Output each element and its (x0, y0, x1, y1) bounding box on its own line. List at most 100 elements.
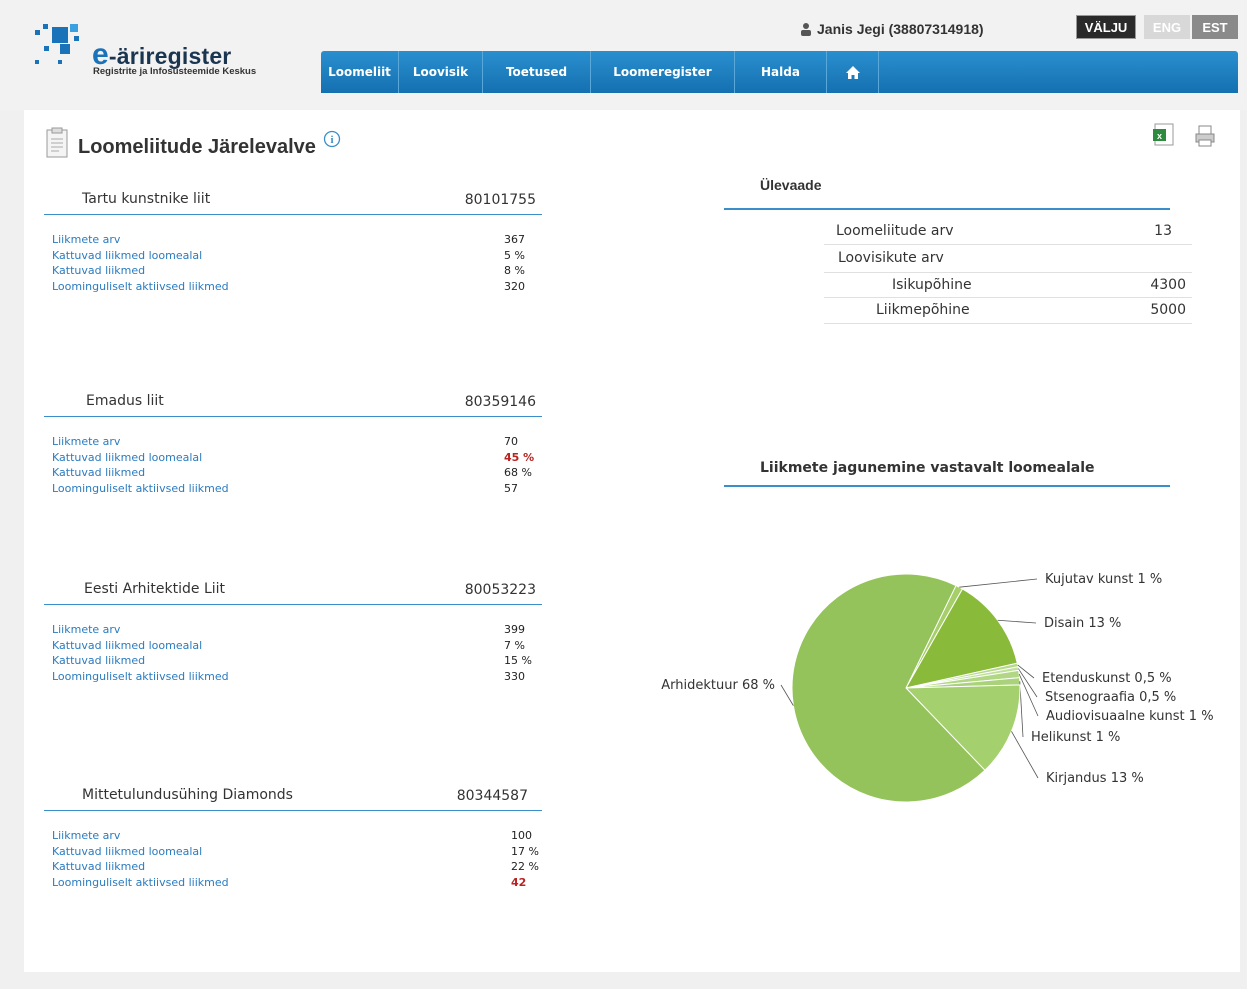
info-icon[interactable]: i (323, 130, 341, 148)
stat-row: Kattuvad liikmed 22 % (44, 860, 542, 876)
org-name[interactable]: Mittetulundusühing Diamonds (82, 787, 293, 803)
logo-mark-icon (35, 24, 79, 64)
stat-row: Loominguliselt aktiivsed liikmed 42 (44, 876, 542, 892)
print-icon[interactable] (1194, 124, 1216, 148)
logo-subtitle: Registrite ja Infosüsteemide Keskus (93, 66, 257, 77)
org-card: Emadus liit 80359146 Liikmete arv 70 Katt… (44, 389, 542, 497)
org-stats: Liikmete arv 367 Kattuvad liikmed loomeal… (44, 233, 542, 295)
overview-label: Loovisikute arv (838, 250, 944, 266)
org-name[interactable]: Emadus liit (86, 393, 164, 409)
stat-row: Kattuvad liikmed 15 % (44, 654, 542, 670)
stat-label[interactable]: Loominguliselt aktiivsed liikmed (52, 670, 229, 683)
org-code: 80359146 (464, 394, 536, 410)
stat-label[interactable]: Liikmete arv (52, 829, 120, 842)
stat-value: 17 % (511, 844, 539, 858)
nav-item-halda[interactable]: Halda (735, 51, 827, 93)
overview-row: Isikupõhine 4300 (824, 272, 1192, 298)
stat-label[interactable]: Kattuvad liikmed loomealal (52, 639, 202, 652)
org-code: 80101755 (464, 192, 536, 208)
org-card: Eesti Arhitektide Liit 80053223 Liikmete… (44, 577, 542, 685)
overview-value: 5000 (1150, 302, 1186, 318)
stat-value: 330 (504, 669, 525, 683)
stat-label[interactable]: Liikmete arv (52, 233, 120, 246)
stat-label[interactable]: Liikmete arv (52, 623, 120, 636)
nav-item-loovisik[interactable]: Loovisik (399, 51, 483, 93)
stat-value: 100 (511, 829, 532, 842)
stat-row: Loominguliselt aktiivsed liikmed 57 (44, 482, 542, 498)
stat-row: Kattuvad liikmed 8 % (44, 264, 542, 280)
pie-label: Disain 13 % (1044, 616, 1121, 631)
nav-item-toetused[interactable]: Toetused (483, 51, 591, 93)
stat-row: Kattuvad liikmed loomealal 17 % (44, 845, 542, 861)
home-icon (845, 65, 860, 79)
nav-item-home[interactable] (827, 51, 879, 93)
pie-label: Helikunst 1 % (1031, 730, 1120, 745)
lang-est-button[interactable]: EST (1192, 15, 1238, 39)
overview-label: Isikupõhine (892, 277, 972, 293)
overview-title: Ülevaade (760, 177, 822, 193)
document-icon (46, 127, 68, 158)
main-nav: Loomeliit Loovisik Toetused Loomeregiste… (321, 51, 1238, 93)
org-name[interactable]: Tartu kunstnike liit (82, 191, 210, 207)
org-card: Tartu kunstnike liit 80101755 Liikmete a… (44, 187, 542, 295)
lang-eng-button[interactable]: ENG (1144, 15, 1190, 39)
overview-label: Loomeliitude arv (836, 223, 954, 239)
stat-label[interactable]: Kattuvad liikmed (52, 860, 145, 873)
stat-value: 68 % (504, 466, 532, 479)
overview-value: 4300 (1150, 277, 1186, 293)
user-info: Janis Jegi (38807314918) (800, 21, 984, 37)
svg-text:i: i (330, 134, 333, 146)
pie-label: Kujutav kunst 1 % (1045, 572, 1162, 587)
stat-value: 42 (511, 875, 527, 889)
stat-label[interactable]: Loominguliselt aktiivsed liikmed (52, 482, 229, 495)
pie-label: Kirjandus 13 % (1046, 771, 1144, 786)
org-header: Emadus liit 80359146 (44, 389, 542, 417)
org-name[interactable]: Eesti Arhitektide Liit (84, 581, 225, 597)
org-stats: Liikmete arv 100 Kattuvad liikmed loomeal… (44, 829, 542, 891)
org-stats: Liikmete arv 70 Kattuvad liikmed loomeala… (44, 435, 542, 497)
stat-label[interactable]: Kattuvad liikmed (52, 654, 145, 667)
stat-label[interactable]: Kattuvad liikmed loomealal (52, 451, 202, 464)
pie-leader-line (959, 578, 1038, 588)
stat-row: Kattuvad liikmed loomealal 5 % (44, 249, 542, 265)
svg-text:x: x (1157, 131, 1162, 141)
stat-row: Liikmete arv 100 (44, 829, 542, 845)
chart-title: Liikmete jagunemine vastavalt loomealale (760, 460, 1095, 476)
stat-value: 367 (504, 233, 525, 246)
stat-value: 7 % (504, 638, 525, 652)
org-stats: Liikmete arv 399 Kattuvad liikmed loomeal… (44, 623, 542, 685)
stat-row: Liikmete arv 367 (44, 233, 542, 249)
nav-item-loomeregister[interactable]: Loomeregister (591, 51, 735, 93)
org-code: 80053223 (464, 582, 536, 598)
stat-label[interactable]: Liikmete arv (52, 435, 120, 448)
org-header: Eesti Arhitektide Liit 80053223 (44, 577, 542, 605)
pie-label: Arhidektuur 68 % (661, 678, 775, 693)
stat-row: Kattuvad liikmed loomealal 45 % (44, 451, 542, 467)
stat-value: 57 (504, 481, 518, 495)
overview-row: Loovisikute arv (824, 246, 1192, 272)
stat-value: 320 (504, 279, 525, 293)
pie-leader-line (997, 619, 1037, 624)
pie-chart: Kujutav kunst 1 % Disain 13 % Etenduskunst… (661, 572, 1214, 803)
excel-export-icon[interactable]: x (1151, 123, 1177, 147)
stat-label[interactable]: Kattuvad liikmed loomealal (52, 249, 202, 262)
stat-label[interactable]: Loominguliselt aktiivsed liikmed (52, 876, 229, 889)
stat-row: Loominguliselt aktiivsed liikmed 330 (44, 670, 542, 686)
logout-button[interactable]: VÄLJU (1076, 15, 1136, 39)
stat-label[interactable]: Kattuvad liikmed loomealal (52, 845, 202, 858)
org-header: Tartu kunstnike liit 80101755 (44, 187, 542, 215)
stat-label[interactable]: Kattuvad liikmed (52, 264, 145, 277)
stat-label[interactable]: Loominguliselt aktiivsed liikmed (52, 280, 229, 293)
stat-label[interactable]: Kattuvad liikmed (52, 466, 145, 479)
stat-row: Kattuvad liikmed 68 % (44, 466, 542, 482)
chart-divider (724, 485, 1170, 487)
overview-row: Liikmepõhine 5000 (824, 298, 1192, 324)
nav-item-loomeliit[interactable]: Loomeliit (321, 51, 399, 93)
pie-label: Audiovisuaalne kunst 1 % (1046, 709, 1214, 724)
pie-leader-line (1018, 673, 1039, 717)
stat-value: 22 % (511, 860, 539, 873)
stat-value: 70 (504, 435, 518, 448)
stat-value: 8 % (504, 264, 525, 277)
stat-value: 45 % (504, 450, 535, 464)
page-title: Loomeliitude Järelevalve (78, 136, 316, 158)
